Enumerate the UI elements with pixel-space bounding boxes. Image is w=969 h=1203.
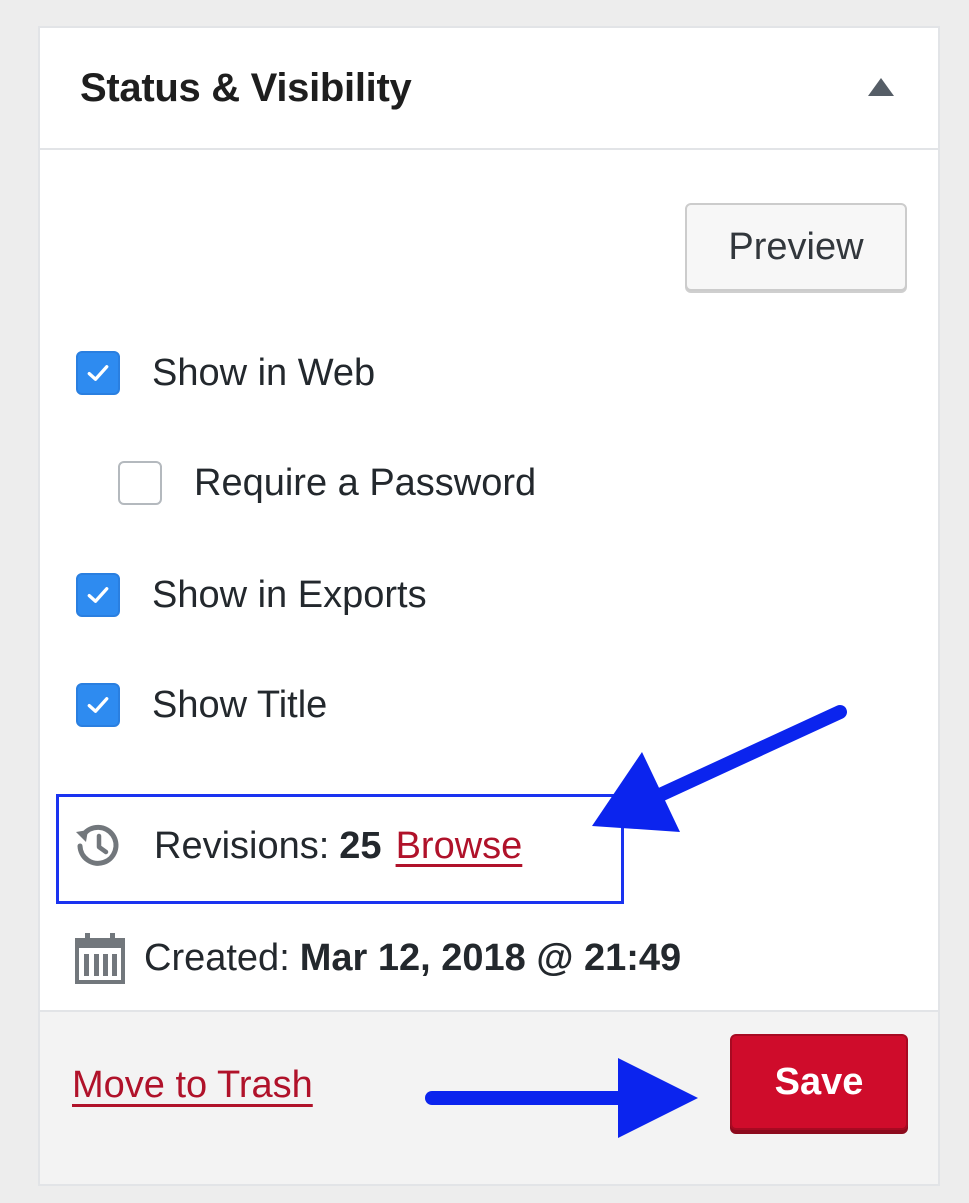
created-row: Created: Mar 12, 2018 @ 21:49 <box>72 928 681 988</box>
panel-header[interactable]: Status & Visibility <box>40 28 938 150</box>
checkmark-icon <box>87 587 109 603</box>
status-visibility-panel: Status & Visibility Preview Show in Web … <box>38 26 940 1186</box>
option-require-password[interactable]: Require a Password <box>118 458 536 508</box>
created-label: Created: <box>144 936 290 979</box>
require-password-label: Require a Password <box>194 461 537 504</box>
browse-revisions-link[interactable]: Browse <box>396 825 523 868</box>
option-show-title[interactable]: Show Title <box>76 680 327 730</box>
checkmark-icon <box>87 365 109 381</box>
created-value: Mar 12, 2018 @ 21:49 <box>299 936 682 979</box>
move-to-trash-link[interactable]: Move to Trash <box>72 1064 313 1107</box>
panel-footer: Move to Trash Save <box>40 1010 938 1184</box>
show-in-web-checkbox[interactable] <box>76 351 120 395</box>
show-in-web-label: Show in Web <box>152 351 376 394</box>
checkmark-icon <box>87 697 109 713</box>
preview-button[interactable]: Preview <box>685 203 907 291</box>
revisions-count: 25 <box>339 824 382 867</box>
show-in-exports-label: Show in Exports <box>152 573 427 616</box>
history-icon <box>76 824 119 866</box>
require-password-checkbox[interactable] <box>118 461 162 505</box>
calendar-icon <box>75 933 125 984</box>
panel-title: Status & Visibility <box>80 66 412 110</box>
show-in-exports-checkbox[interactable] <box>76 573 120 617</box>
save-button[interactable]: Save <box>730 1034 908 1130</box>
revisions-row: Revisions: 25 Browse <box>72 818 522 874</box>
option-show-in-exports[interactable]: Show in Exports <box>76 570 427 620</box>
option-show-in-web[interactable]: Show in Web <box>76 348 375 398</box>
show-title-checkbox[interactable] <box>76 683 120 727</box>
revisions-label: Revisions: <box>154 824 330 867</box>
triangle-up-icon[interactable] <box>868 78 894 96</box>
show-title-label: Show Title <box>152 683 328 726</box>
